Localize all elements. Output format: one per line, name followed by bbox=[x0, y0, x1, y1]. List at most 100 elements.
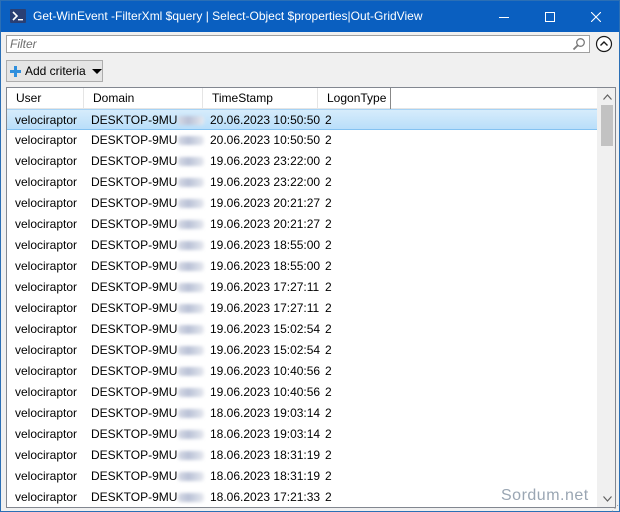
table-row[interactable]: velociraptor DESKTOP-9MU 18.06.2023 19:03:… bbox=[7, 403, 597, 424]
cell-logontype: 2 bbox=[325, 301, 332, 315]
cell-logontype: 2 bbox=[325, 448, 332, 462]
cell-domain: DESKTOP-9MU bbox=[91, 340, 205, 361]
table-row[interactable]: velociraptor DESKTOP-9MU 20.06.2023 10:50:… bbox=[7, 130, 597, 151]
redacted-blur bbox=[178, 116, 205, 125]
scrollbar-thumb[interactable] bbox=[601, 105, 613, 146]
add-criteria-label: Add criteria bbox=[25, 64, 86, 78]
search-icon[interactable] bbox=[572, 37, 586, 54]
redacted-blur bbox=[178, 304, 205, 313]
cell-timestamp: 19.06.2023 17:27:11 bbox=[210, 280, 320, 294]
redacted-blur bbox=[178, 220, 205, 229]
cell-domain-text: DESKTOP-9MU bbox=[91, 280, 178, 294]
cell-timestamp: 19.06.2023 23:22:00 bbox=[210, 154, 321, 168]
powershell-icon bbox=[10, 9, 26, 23]
cell-user: velociraptor bbox=[15, 217, 78, 231]
cell-timestamp: 18.06.2023 19:03:14 bbox=[210, 427, 321, 441]
cell-logontype: 2 bbox=[325, 175, 332, 189]
cell-domain-text: DESKTOP-9MU bbox=[91, 385, 178, 399]
cell-timestamp: 19.06.2023 20:21:27 bbox=[210, 217, 321, 231]
table-row[interactable]: velociraptor DESKTOP-9MU 19.06.2023 17:27:… bbox=[7, 298, 597, 319]
table-row[interactable]: velociraptor DESKTOP-9MU 19.06.2023 23:22:… bbox=[7, 172, 597, 193]
cell-domain-text: DESKTOP-9MU bbox=[91, 469, 178, 483]
table-row[interactable]: velociraptor DESKTOP-9MU 19.06.2023 17:27:… bbox=[7, 277, 597, 298]
cell-user: velociraptor bbox=[15, 301, 78, 315]
cell-domain-text: DESKTOP-9MU bbox=[91, 448, 178, 462]
vertical-scrollbar[interactable] bbox=[597, 88, 615, 507]
cell-timestamp: 18.06.2023 18:31:19 bbox=[210, 469, 321, 483]
cell-user: velociraptor bbox=[15, 196, 78, 210]
cell-timestamp: 18.06.2023 18:31:19 bbox=[210, 448, 321, 462]
cell-domain: DESKTOP-9MU bbox=[91, 172, 205, 193]
cell-user: velociraptor bbox=[15, 469, 78, 483]
cell-timestamp: 19.06.2023 18:55:00 bbox=[210, 238, 321, 252]
cell-domain-text: DESKTOP-9MU bbox=[91, 217, 178, 231]
column-header-user[interactable]: User bbox=[7, 88, 84, 109]
cell-domain: DESKTOP-9MU bbox=[91, 214, 205, 235]
table-row[interactable]: velociraptor DESKTOP-9MU 19.06.2023 18:55:… bbox=[7, 235, 597, 256]
cell-domain: DESKTOP-9MU bbox=[91, 110, 205, 131]
column-header-timestamp[interactable]: TimeStamp bbox=[203, 88, 318, 109]
table-row[interactable]: velociraptor DESKTOP-9MU 18.06.2023 18:31:… bbox=[7, 466, 597, 487]
redacted-blur bbox=[178, 178, 205, 187]
cell-domain-text: DESKTOP-9MU bbox=[91, 364, 178, 378]
cell-timestamp: 19.06.2023 20:21:27 bbox=[210, 196, 321, 210]
table-row[interactable]: velociraptor DESKTOP-9MU 18.06.2023 19:03:… bbox=[7, 424, 597, 445]
cell-logontype: 2 bbox=[325, 385, 332, 399]
table-row[interactable]: velociraptor DESKTOP-9MU 19.06.2023 20:21:… bbox=[7, 193, 597, 214]
cell-domain-text: DESKTOP-9MU bbox=[91, 406, 178, 420]
cell-timestamp: 19.06.2023 15:02:54 bbox=[210, 343, 321, 357]
cell-domain: DESKTOP-9MU bbox=[91, 319, 205, 340]
table-row[interactable]: velociraptor DESKTOP-9MU 19.06.2023 10:40:… bbox=[7, 361, 597, 382]
table-row[interactable]: velociraptor DESKTOP-9MU 19.06.2023 15:02:… bbox=[7, 319, 597, 340]
table-row[interactable]: velociraptor DESKTOP-9MU 19.06.2023 20:21:… bbox=[7, 214, 597, 235]
redacted-blur bbox=[178, 346, 205, 355]
redacted-blur bbox=[178, 451, 205, 460]
cell-user: velociraptor bbox=[15, 364, 78, 378]
cell-user: velociraptor bbox=[15, 490, 78, 504]
cell-logontype: 2 bbox=[325, 154, 332, 168]
column-header-logontype[interactable]: LogonType bbox=[318, 88, 391, 109]
table-row[interactable]: velociraptor DESKTOP-9MU 20.06.2023 10:50:… bbox=[7, 109, 597, 130]
cell-user: velociraptor bbox=[15, 385, 78, 399]
filter-box bbox=[6, 35, 590, 53]
table-row[interactable]: velociraptor DESKTOP-9MU 19.06.2023 23:22:… bbox=[7, 151, 597, 172]
redacted-blur bbox=[178, 136, 205, 145]
column-header-domain[interactable]: Domain bbox=[84, 88, 203, 109]
redacted-blur bbox=[178, 262, 205, 271]
cell-timestamp: 19.06.2023 10:40:56 bbox=[210, 364, 321, 378]
cell-user: velociraptor bbox=[15, 133, 78, 147]
scroll-up-button[interactable] bbox=[598, 88, 615, 105]
table-row[interactable]: velociraptor DESKTOP-9MU 19.06.2023 15:02:… bbox=[7, 340, 597, 361]
cell-domain-text: DESKTOP-9MU bbox=[91, 343, 178, 357]
cell-domain: DESKTOP-9MU bbox=[91, 487, 205, 507]
cell-timestamp: 19.06.2023 17:27:11 bbox=[210, 301, 320, 315]
close-button[interactable] bbox=[573, 1, 619, 32]
cell-user: velociraptor bbox=[15, 238, 78, 252]
grid-view-window: Get-WinEvent -FilterXml $query | Select-… bbox=[0, 0, 620, 512]
cell-logontype: 2 bbox=[325, 427, 332, 441]
cell-logontype: 2 bbox=[325, 364, 332, 378]
cell-logontype: 2 bbox=[325, 490, 332, 504]
cell-domain-text: DESKTOP-9MU bbox=[91, 133, 178, 147]
cell-user: velociraptor bbox=[15, 280, 78, 294]
add-criteria-button[interactable]: Add criteria bbox=[6, 60, 103, 82]
cell-user: velociraptor bbox=[15, 406, 78, 420]
cell-domain-text: DESKTOP-9MU bbox=[91, 322, 178, 336]
window-title: Get-WinEvent -FilterXml $query | Select-… bbox=[33, 9, 423, 23]
cell-logontype: 2 bbox=[325, 238, 332, 252]
table-row[interactable]: velociraptor DESKTOP-9MU 19.06.2023 18:55:… bbox=[7, 256, 597, 277]
redacted-blur bbox=[178, 157, 205, 166]
resize-grip-icon[interactable]: ⋰ bbox=[611, 504, 619, 512]
maximize-button[interactable] bbox=[527, 1, 573, 32]
cell-domain: DESKTOP-9MU bbox=[91, 361, 205, 382]
cell-logontype: 2 bbox=[325, 133, 332, 147]
table-row[interactable]: velociraptor DESKTOP-9MU 18.06.2023 18:31:… bbox=[7, 445, 597, 466]
minimize-button[interactable] bbox=[481, 1, 527, 32]
table-row[interactable]: velociraptor DESKTOP-9MU 19.06.2023 10:40:… bbox=[7, 382, 597, 403]
cell-domain: DESKTOP-9MU bbox=[91, 151, 205, 172]
cell-timestamp: 20.06.2023 10:50:50 bbox=[210, 133, 321, 147]
title-bar[interactable]: Get-WinEvent -FilterXml $query | Select-… bbox=[1, 1, 619, 32]
filter-input[interactable] bbox=[10, 37, 570, 51]
redacted-blur bbox=[178, 388, 205, 397]
collapse-filter-button[interactable] bbox=[595, 35, 613, 53]
